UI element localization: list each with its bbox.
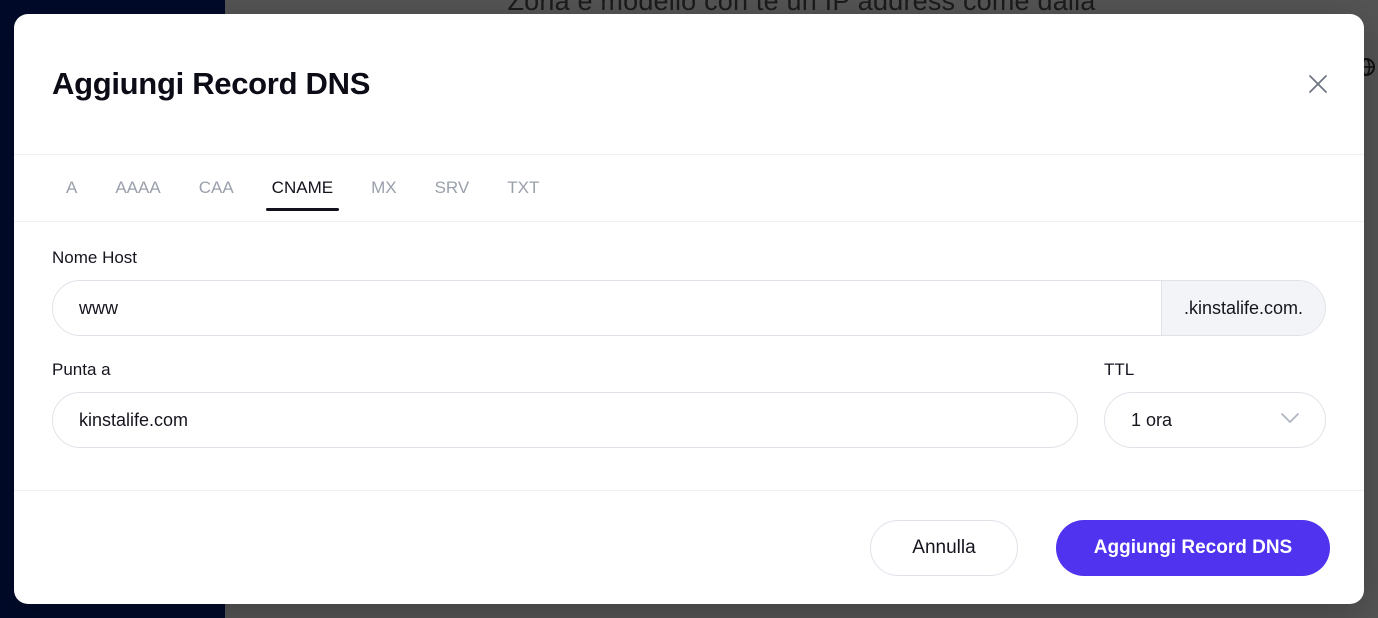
tab-cname[interactable]: CNAME xyxy=(258,155,347,221)
ttl-group: TTL 1 ora xyxy=(1104,360,1326,448)
modal-body: Nome Host .kinstalife.com. Punta a TTL 1… xyxy=(14,222,1364,490)
tab-mx[interactable]: MX xyxy=(357,155,411,221)
points-to-field-group xyxy=(52,392,1078,448)
hostname-input[interactable] xyxy=(53,281,1161,335)
tab-aaaa[interactable]: AAAA xyxy=(101,155,174,221)
points-to-group: Punta a xyxy=(52,360,1078,448)
tab-a[interactable]: A xyxy=(52,155,91,221)
chevron-down-icon xyxy=(1281,411,1299,429)
add-dns-record-modal: Aggiungi Record DNS A AAAA CAA CNAME MX … xyxy=(14,14,1364,604)
add-dns-record-button[interactable]: Aggiungi Record DNS xyxy=(1056,519,1330,576)
ttl-selected-value: 1 ora xyxy=(1131,409,1173,430)
hostname-domain-suffix: .kinstalife.com. xyxy=(1160,281,1325,335)
hostname-field-group: .kinstalife.com. xyxy=(52,280,1326,336)
cancel-button[interactable]: Annulla xyxy=(870,519,1018,576)
tab-txt[interactable]: TXT xyxy=(493,155,553,221)
tab-srv[interactable]: SRV xyxy=(421,155,484,221)
points-to-input[interactable] xyxy=(53,393,1077,447)
record-type-tabs: A AAAA CAA CNAME MX SRV TXT xyxy=(14,154,1364,222)
ttl-select[interactable]: 1 ora xyxy=(1104,392,1326,448)
ttl-label: TTL xyxy=(1104,360,1135,379)
page-root: Zona e modello con te un IP address come… xyxy=(0,0,1378,618)
points-to-ttl-row: Punta a TTL 1 ora xyxy=(52,360,1326,448)
page-title: Aggiungi Record DNS xyxy=(52,66,371,101)
tab-caa[interactable]: CAA xyxy=(185,155,248,221)
points-to-label: Punta a xyxy=(52,360,111,379)
hostname-label: Nome Host xyxy=(52,248,138,267)
modal-footer: Annulla Aggiungi Record DNS xyxy=(14,490,1364,604)
close-icon xyxy=(1307,73,1329,95)
close-button[interactable] xyxy=(1298,64,1338,104)
modal-header: Aggiungi Record DNS xyxy=(14,14,1364,154)
